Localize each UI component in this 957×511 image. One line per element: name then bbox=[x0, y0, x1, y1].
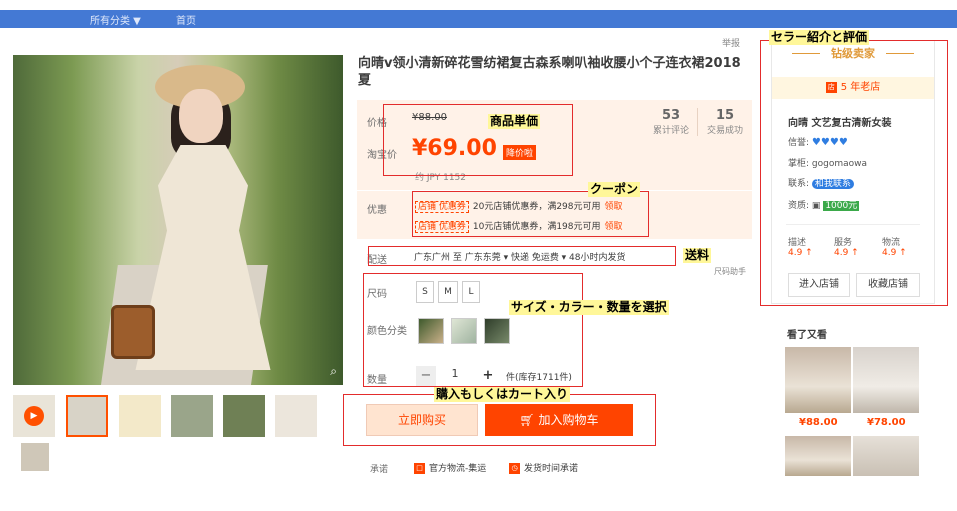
report-link[interactable]: 举报 bbox=[722, 36, 740, 49]
also-viewed-item-4[interactable] bbox=[853, 436, 919, 476]
promise-ship-time-text: 发货时间承诺 bbox=[524, 464, 579, 474]
stat-reviews-value: 53 bbox=[661, 108, 681, 123]
also-viewed-price-2: ¥78.00 bbox=[867, 417, 906, 428]
annotation-box-select bbox=[363, 273, 583, 387]
stat-sales-value: 15 bbox=[715, 108, 735, 123]
annotation-label-unit-price: 商品単価 bbox=[488, 114, 541, 129]
thumbnail-4[interactable] bbox=[223, 395, 265, 437]
annotation-label-shipping: 送料 bbox=[683, 248, 712, 263]
annotation-label-buy: 購入もしくはカート入り bbox=[434, 387, 571, 402]
stat-divider bbox=[697, 108, 698, 136]
thumbnail-6[interactable] bbox=[21, 443, 49, 471]
also-viewed-title: 看了又看 bbox=[787, 330, 827, 341]
product-title: 向晴v领小清新碎花雪纺裙复古森系喇叭袖收腰小个子连衣裙2018夏 bbox=[358, 56, 741, 88]
thumbnail-1[interactable] bbox=[66, 395, 108, 437]
promise-logistics: □ 官方物流-集运 bbox=[414, 461, 486, 474]
stat-sales-label: 交易成功 bbox=[706, 126, 743, 136]
stat-reviews[interactable]: 53 累计评论 bbox=[647, 108, 695, 136]
logistics-icon: □ bbox=[414, 463, 425, 474]
promise-ship-time: ◷ 发货时间承诺 bbox=[509, 461, 578, 474]
annotation-label-coupon: クーポン bbox=[588, 182, 641, 197]
also-viewed-item-1[interactable] bbox=[785, 347, 851, 413]
nav-all-categories[interactable]: 所有分类 ▼ bbox=[90, 12, 141, 27]
annotation-box-seller bbox=[760, 40, 948, 306]
video-thumbnail[interactable]: ▶ bbox=[13, 395, 55, 437]
size-helper-link[interactable]: 尺码助手 bbox=[714, 266, 746, 277]
annotation-box-unit-price bbox=[383, 104, 573, 176]
thumbnail-2[interactable] bbox=[119, 395, 161, 437]
thumbnail-3[interactable] bbox=[171, 395, 213, 437]
annotation-label-seller: セラー紹介と評価 bbox=[769, 30, 870, 45]
coupon-label: 优惠 bbox=[367, 205, 387, 216]
image-basket-shape bbox=[111, 305, 155, 359]
also-viewed-item-2[interactable] bbox=[853, 347, 919, 413]
stat-reviews-label: 累计评论 bbox=[652, 126, 689, 136]
main-product-image[interactable]: ⌕ bbox=[13, 55, 343, 385]
stat-sales: 15 交易成功 bbox=[701, 108, 749, 136]
zoom-icon[interactable]: ⌕ bbox=[330, 364, 337, 379]
also-viewed-price-1: ¥88.00 bbox=[799, 417, 838, 428]
annotation-box-coupon bbox=[412, 191, 649, 237]
promise-logistics-text: 官方物流-集运 bbox=[429, 464, 487, 474]
annotation-box-shipping bbox=[368, 246, 676, 266]
image-face-shape bbox=[179, 89, 223, 143]
play-icon: ▶ bbox=[24, 406, 44, 426]
top-nav-bar: 所有分类 ▼ 首页 bbox=[0, 10, 957, 28]
nav-home[interactable]: 首页 bbox=[176, 12, 196, 27]
clock-icon: ◷ bbox=[509, 463, 520, 474]
annotation-label-select: サイズ・カラー・数量を選択 bbox=[509, 300, 669, 315]
thumbnail-5[interactable] bbox=[275, 395, 317, 437]
promise-label: 承诺 bbox=[370, 465, 389, 475]
also-viewed-item-3[interactable] bbox=[785, 436, 851, 476]
